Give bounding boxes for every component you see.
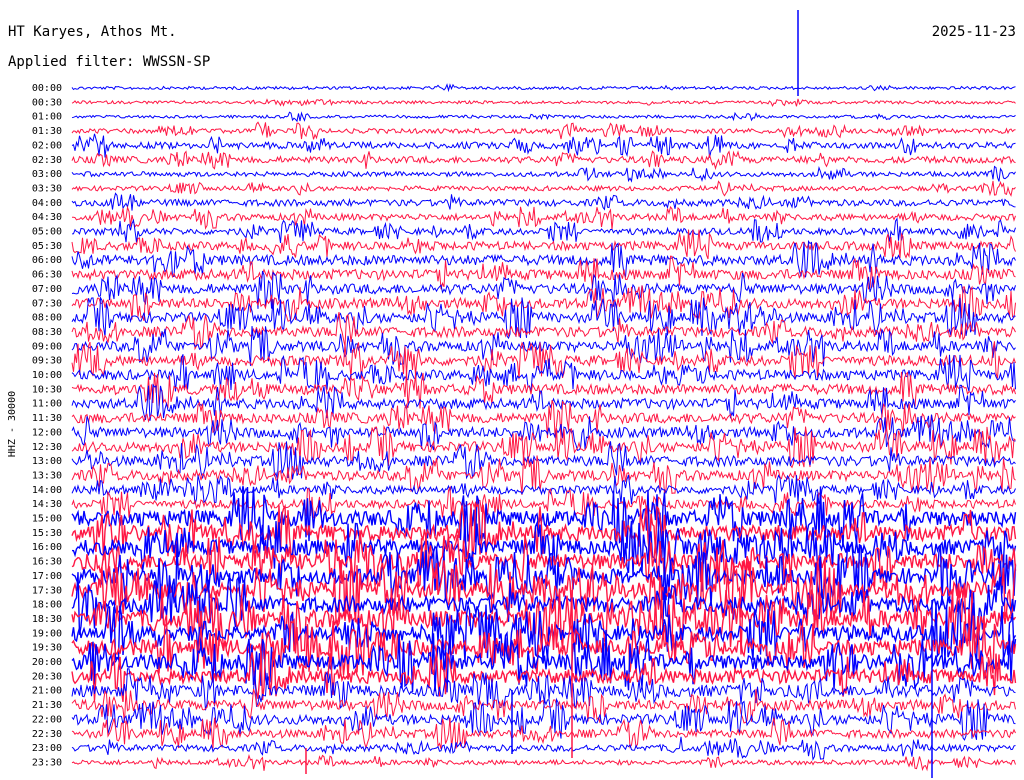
trace-line [71,150,1016,171]
row-time-label: 03:30 [32,183,62,194]
row-time-label: 01:30 [32,126,62,137]
trace-line [71,754,1016,772]
row-time-label: 15:00 [32,514,62,525]
row-time-label: 11:30 [32,413,62,424]
row-time-label: 19:00 [32,628,62,639]
trace-line [71,133,1016,158]
row-time-label: 16:30 [32,557,62,568]
row-time-label: 04:30 [32,212,62,223]
row-time-label: 07:30 [32,298,62,309]
filter-subtitle: Applied filter: WWSSN-SP [8,54,210,70]
date-label: 2025-11-23 [932,24,1016,40]
row-time-label: 02:00 [32,140,62,151]
row-time-label: 23:00 [32,743,62,754]
row-time-label: 09:00 [32,341,62,352]
row-time-label: 12:00 [32,427,62,438]
row-time-label: 03:00 [32,169,62,180]
row-time-label: 13:30 [32,470,62,481]
trace-line [71,717,1016,750]
row-time-label: 20:00 [32,657,62,668]
row-time-label: 15:30 [32,528,62,539]
trace-line [71,121,1016,140]
row-time-label: 09:30 [32,356,62,367]
row-time-label: 04:00 [32,198,62,209]
row-time-label: 13:00 [32,456,62,467]
row-time-label: 10:00 [32,370,62,381]
trace-line [71,474,1016,505]
trace-line [71,217,1016,243]
row-time-label: 21:00 [32,686,62,697]
row-time-label: 10:30 [32,384,62,395]
row-time-label: 02:30 [32,155,62,166]
row-time-label: 22:00 [32,714,62,725]
trace-line [71,180,1016,197]
row-time-label: 07:00 [32,284,62,295]
row-time-label: 18:00 [32,600,62,611]
trace-line [71,83,1016,93]
row-time-label: 05:00 [32,227,62,238]
row-time-label: 21:30 [32,700,62,711]
row-time-label: 06:30 [32,270,62,281]
row-time-label: 00:00 [32,83,62,94]
row-time-label: 12:30 [32,442,62,453]
row-time-label: 17:30 [32,585,62,596]
trace-line [71,98,1016,108]
row-time-label: 17:00 [32,571,62,582]
row-time-label: 08:30 [32,327,62,338]
row-time-label: 22:30 [32,729,62,740]
trace-line [71,111,1016,123]
helicorder-svg: HT Karyes, Athos Mt. Applied filter: WWS… [7,10,1017,778]
row-time-label: 11:00 [32,399,62,410]
row-time-label: 01:00 [32,112,62,123]
helicorder-chart: HT Karyes, Athos Mt. Applied filter: WWS… [0,0,1024,780]
row-time-label: 00:30 [32,97,62,108]
row-time-label: 05:30 [32,241,62,252]
tick-label-group: 00:00 00:30 01:00 01:30 02:00 02:30 03:00 03:30… [32,83,62,768]
station-title: HT Karyes, Athos Mt. [8,24,177,40]
row-time-label: 06:00 [32,255,62,266]
row-time-label: 18:30 [32,614,62,625]
row-time-label: 08:00 [32,313,62,324]
row-time-label: 16:00 [32,542,62,553]
row-time-label: 14:00 [32,485,62,496]
row-time-label: 23:30 [32,757,62,768]
trace-line [71,192,1016,211]
trace-line [71,165,1016,183]
row-time-label: 14:30 [32,499,62,510]
trace-line [71,205,1016,230]
row-time-label: 20:30 [32,671,62,682]
row-time-label: 19:30 [32,643,62,654]
trace-group [71,10,1017,778]
y-axis-label: HHZ - 30000 [7,391,18,457]
